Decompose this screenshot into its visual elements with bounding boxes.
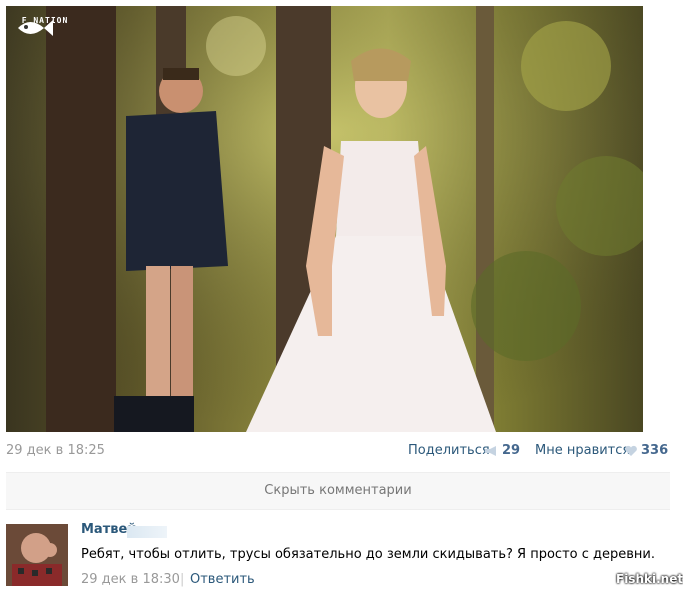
share-count[interactable]: 29 bbox=[502, 443, 520, 458]
post-date[interactable]: 29 дек в 18:25 bbox=[6, 443, 105, 458]
avatar-image bbox=[6, 524, 68, 586]
post-meta: 29 дек в 18:25 Поделиться 29 Мне нравитс… bbox=[6, 443, 670, 459]
share-button[interactable]: Поделиться bbox=[408, 443, 490, 458]
avatar[interactable] bbox=[6, 524, 68, 586]
hide-comments-link[interactable]: Скрыть комментарии bbox=[6, 483, 670, 498]
comment: Матвей Ребят, чтобы отлить, трусы обязат… bbox=[6, 522, 670, 592]
reply-button[interactable]: Ответить bbox=[190, 572, 255, 587]
comment-text: Ребят, чтобы отлить, трусы обязательно д… bbox=[81, 547, 655, 562]
megaphone-icon[interactable] bbox=[484, 445, 498, 457]
like-button[interactable]: Мне нравится bbox=[535, 443, 630, 458]
comment-time[interactable]: 29 дек в 18:30 bbox=[81, 572, 180, 587]
hide-comments-bar[interactable]: Скрыть комментарии bbox=[6, 472, 670, 510]
wedding-photo-illustration bbox=[6, 6, 643, 432]
site-watermark: Fishki.net bbox=[616, 572, 683, 586]
watermark-logo: F_NATION bbox=[14, 16, 76, 36]
heart-icon[interactable] bbox=[624, 445, 638, 457]
post-photo[interactable]: F_NATION bbox=[6, 6, 643, 432]
author-surname-blur bbox=[127, 526, 167, 538]
like-count[interactable]: 336 bbox=[641, 443, 668, 458]
comment-separator: | bbox=[180, 572, 185, 587]
fish-icon bbox=[18, 20, 53, 36]
